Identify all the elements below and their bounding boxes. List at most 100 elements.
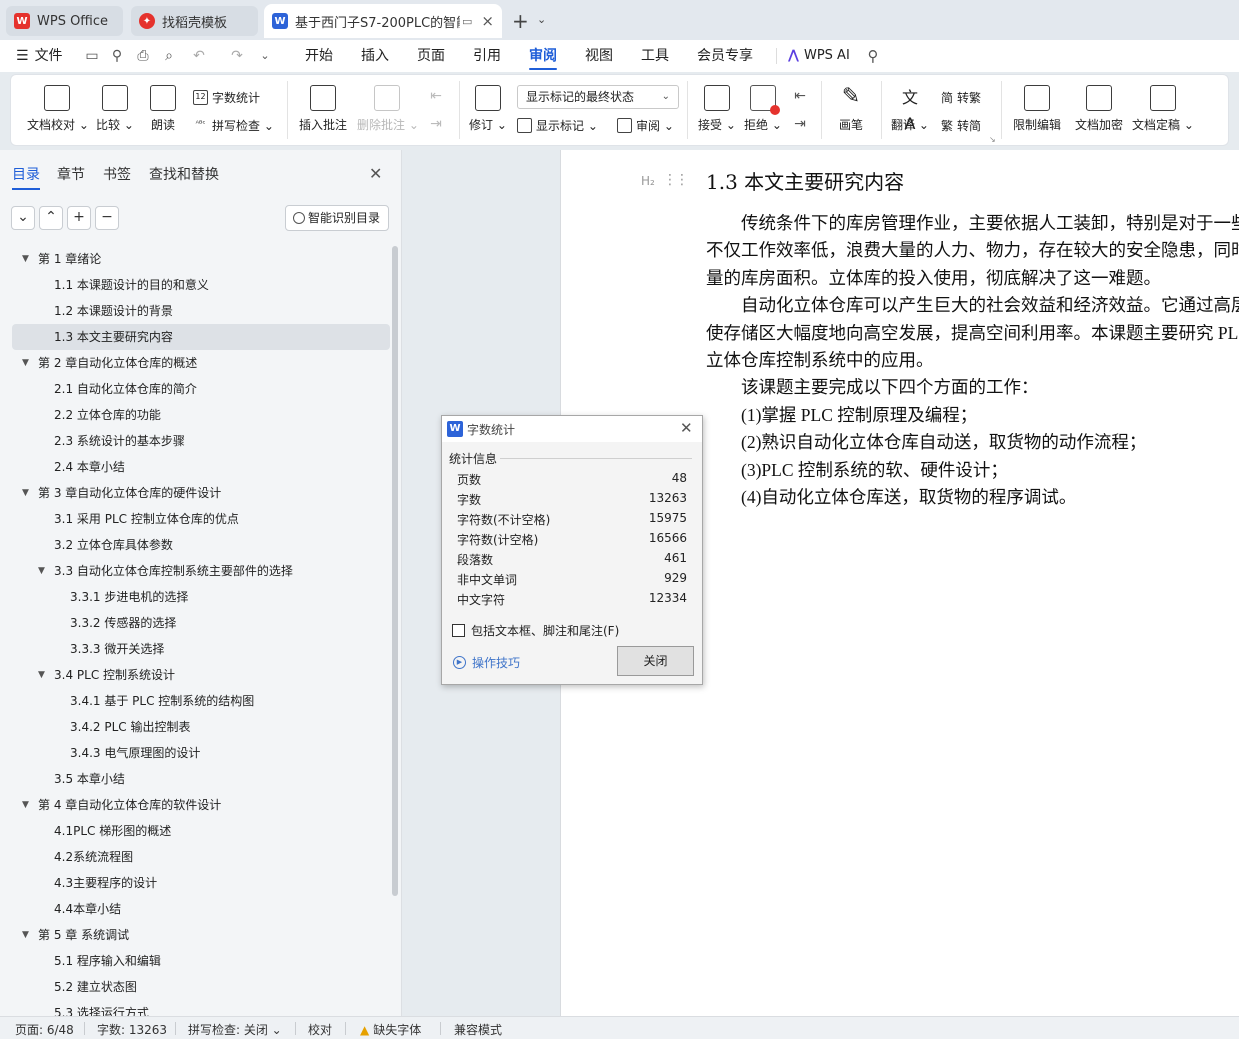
next-change-icon[interactable]: ⇥ <box>791 115 809 133</box>
read-aloud-button[interactable]: 朗读 <box>143 85 183 133</box>
save-icon[interactable]: ▭ <box>83 47 101 65</box>
undo-icon[interactable]: ↶ <box>190 47 208 65</box>
toc-item[interactable]: 2.3 系统设计的基本步骤 <box>12 428 390 454</box>
expand-triangle-icon[interactable]: ▼ <box>22 246 29 272</box>
toc-item[interactable]: 4.3主要程序的设计 <box>12 870 390 896</box>
scrollbar[interactable] <box>392 246 398 896</box>
chevron-down-icon[interactable]: ⌄ <box>256 47 274 65</box>
new-tab-icon[interactable]: + <box>512 9 529 33</box>
toc-item[interactable]: 4.4本章小结 <box>12 896 390 922</box>
menu-references[interactable]: 引用 <box>473 40 501 72</box>
menu-view[interactable]: 视图 <box>585 40 613 72</box>
to-simplified-button[interactable]: 繁转简 <box>941 117 981 134</box>
toc-item[interactable]: ▼ 第 1 章绪论 <box>12 246 390 272</box>
expand-triangle-icon[interactable]: ▼ <box>22 922 29 948</box>
redo-icon[interactable]: ↷ <box>228 47 246 65</box>
close-icon[interactable]: ✕ <box>680 419 693 437</box>
review-pane-button[interactable]: 审阅 ⌄ <box>617 117 674 134</box>
to-traditional-button[interactable]: 简转繁 <box>941 89 981 106</box>
smart-toc-button[interactable]: 智能识别目录 <box>285 205 389 231</box>
collapse-up-button[interactable]: ⌃ <box>39 206 63 230</box>
toc-item[interactable]: ▼ 第 3 章自动化立体仓库的硬件设计 <box>12 480 390 506</box>
toc-item[interactable]: 1.2 本课题设计的背景 <box>12 298 390 324</box>
toc-item[interactable]: 3.4.3 电气原理图的设计 <box>12 740 390 766</box>
toc-item[interactable]: 5.1 程序输入和编辑 <box>12 948 390 974</box>
menu-insert[interactable]: 插入 <box>361 40 389 72</box>
tab-current-document[interactable]: W 基于西门子S7-200PLC的智能 ▭ × <box>264 4 502 38</box>
panel-tab-bookmarks[interactable]: 书签 <box>103 164 131 184</box>
close-panel-icon[interactable]: ✕ <box>369 164 382 183</box>
toc-item[interactable]: 3.3.1 步进电机的选择 <box>12 584 390 610</box>
toc-item[interactable]: 3.4.2 PLC 输出控制表 <box>12 714 390 740</box>
expand-down-button[interactable]: ⌄ <box>11 206 35 230</box>
share-icon[interactable]: ⚲ <box>108 47 126 65</box>
restrict-edit-button[interactable]: 限制编辑 <box>1009 85 1065 133</box>
spell-check-button[interactable]: ᴬᴮᶜ 拼写检查 ⌄ <box>193 117 274 134</box>
missing-font-status[interactable]: ▲ 缺失字体 <box>360 1021 421 1038</box>
toc-item[interactable]: 2.2 立体仓库的功能 <box>12 402 390 428</box>
toc-item[interactable]: 1.1 本课题设计的目的和意义 <box>12 272 390 298</box>
expand-triangle-icon[interactable]: ▼ <box>22 480 29 506</box>
panel-tab-sections[interactable]: 章节 <box>57 164 85 184</box>
close-button[interactable]: 关闭 <box>617 646 694 676</box>
toc-item[interactable]: 3.3.2 传感器的选择 <box>12 610 390 636</box>
close-tab-icon[interactable]: × <box>481 12 494 30</box>
print-icon[interactable]: ⎙ <box>134 47 152 65</box>
toc-item[interactable]: 2.4 本章小结 <box>12 454 390 480</box>
panel-tab-find-replace[interactable]: 查找和替换 <box>149 164 219 184</box>
show-markup-button[interactable]: 显示标记 ⌄ <box>517 117 598 134</box>
remove-heading-button[interactable]: − <box>95 206 119 230</box>
word-count-button[interactable]: 12 字数统计 <box>193 89 260 106</box>
toc-item[interactable]: ▼ 3.3 自动化立体仓库控制系统主要部件的选择 <box>12 558 390 584</box>
dialog-launcher-icon[interactable]: ↘ <box>989 135 996 144</box>
print-preview-icon[interactable]: ⌕ <box>160 47 178 65</box>
pen-button[interactable]: ✎ 画笔 <box>831 85 871 133</box>
toc-item[interactable]: 3.4.1 基于 PLC 控制系统的结构图 <box>12 688 390 714</box>
drag-handle-icon[interactable]: ⋮⋮ <box>663 172 689 188</box>
delete-comment-button[interactable]: 删除批注 ⌄ <box>357 85 419 133</box>
track-changes-button[interactable]: 修订 ⌄ <box>467 85 509 133</box>
encrypt-button[interactable]: 文档加密 <box>1071 85 1127 133</box>
compare-button[interactable]: 比较 ⌄ <box>95 85 135 133</box>
toc-item[interactable]: 4.2系统流程图 <box>12 844 390 870</box>
previous-comment-icon[interactable]: ⇤ <box>427 87 445 105</box>
accept-button[interactable]: 接受 ⌄ <box>697 85 737 133</box>
translate-button[interactable]: 文A 翻译 ⌄ <box>889 85 931 133</box>
toc-item[interactable]: 3.5 本章小结 <box>12 766 390 792</box>
previous-change-icon[interactable]: ⇤ <box>791 87 809 105</box>
toc-item[interactable]: 3.2 立体仓库具体参数 <box>12 532 390 558</box>
menu-tools[interactable]: 工具 <box>641 40 669 72</box>
add-heading-button[interactable]: + <box>67 206 91 230</box>
expand-triangle-icon[interactable]: ▼ <box>22 792 29 818</box>
toc-item[interactable]: 3.1 采用 PLC 控制立体仓库的优点 <box>12 506 390 532</box>
doc-check-button[interactable]: 文档校对 ⌄ <box>27 85 89 133</box>
toc-item[interactable]: ▼ 第 5 章 系统调试 <box>12 922 390 948</box>
tab-wps-office[interactable]: W WPS Office <box>6 6 123 36</box>
wps-ai-button[interactable]: ⋀ WPS AI <box>788 40 850 72</box>
expand-triangle-icon[interactable]: ▼ <box>22 350 29 376</box>
menu-membership[interactable]: 会员专享 <box>697 40 753 72</box>
page-indicator[interactable]: 页面: 6/48 <box>15 1021 74 1038</box>
checkbox[interactable] <box>452 624 465 637</box>
spell-check-status[interactable]: 拼写检查: 关闭 ⌄ <box>188 1021 282 1038</box>
toc-item[interactable]: 5.2 建立状态图 <box>12 974 390 1000</box>
menu-home[interactable]: 开始 <box>305 40 333 72</box>
toc-item[interactable]: ▼ 第 4 章自动化立体仓库的软件设计 <box>12 792 390 818</box>
proofread-status[interactable]: 校对 <box>308 1021 332 1038</box>
panel-tab-toc[interactable]: 目录 <box>12 164 40 190</box>
reject-button[interactable]: 拒绝 ⌄ <box>743 85 783 133</box>
toc-item[interactable]: 3.3.3 微开关选择 <box>12 636 390 662</box>
toc-item[interactable]: ▼ 第 2 章自动化立体仓库的概述 <box>12 350 390 376</box>
toc-item[interactable]: 5.3 选择运行方式 <box>12 1000 390 1016</box>
search-icon[interactable]: ⚲ <box>864 47 882 65</box>
word-count-indicator[interactable]: 字数: 13263 <box>97 1021 167 1038</box>
toc-item[interactable]: 1.3 本文主要研究内容 <box>12 324 390 350</box>
toc-item[interactable]: ▼ 3.4 PLC 控制系统设计 <box>12 662 390 688</box>
next-comment-icon[interactable]: ⇥ <box>427 115 445 133</box>
insert-comment-button[interactable]: 插入批注 <box>297 85 349 133</box>
toc-item[interactable]: 4.1PLC 梯形图的概述 <box>12 818 390 844</box>
markup-state-select[interactable]: 显示标记的最终状态 ⌄ <box>517 85 679 109</box>
tab-docer-templates[interactable]: ✦ 找稻壳模板 <box>131 6 258 36</box>
expand-triangle-icon[interactable]: ▼ <box>38 662 45 688</box>
chevron-down-icon[interactable]: ⌄ <box>537 13 546 26</box>
